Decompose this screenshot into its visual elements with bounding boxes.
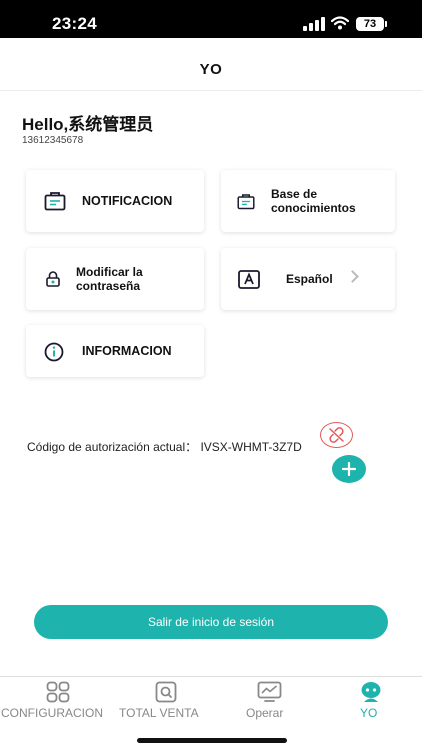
battery-icon: 73: [356, 17, 384, 31]
tab-label-operar: Operar: [246, 706, 284, 720]
search-icon: [155, 681, 177, 703]
notificacion-card[interactable]: NOTIFICACION: [26, 170, 204, 232]
language-icon: [238, 270, 260, 289]
tab-label-yo: YO: [360, 706, 378, 720]
tab-configuracion[interactable]: CONFIGURACION: [0, 677, 116, 725]
status-time: 23:24: [52, 14, 97, 33]
user-phone: 13612345678: [22, 135, 84, 146]
page-title: YO: [199, 61, 223, 78]
language-card[interactable]: Español: [221, 248, 395, 310]
user-icon: [361, 682, 381, 702]
password-label-line2: contraseña: [76, 279, 141, 293]
unlink-button[interactable]: [320, 422, 353, 448]
tab-label-configuracion: CONFIGURACION: [1, 706, 103, 720]
nav-header: YO: [0, 38, 422, 91]
signal-icon: [303, 17, 325, 31]
base-label-line1: Base de: [271, 187, 318, 201]
user-greeting: Hello,系统管理员: [22, 115, 154, 134]
plus-icon: [342, 462, 356, 476]
language-label: Español: [286, 272, 333, 286]
informacion-label: INFORMACION: [82, 344, 172, 358]
informacion-card[interactable]: INFORMACION: [26, 325, 204, 377]
briefcase-icon: [44, 192, 66, 211]
tab-yo[interactable]: YO: [340, 677, 400, 725]
wifi-icon: [331, 16, 349, 30]
status-bar: 23:24 73: [0, 0, 422, 38]
battery-tip: [385, 21, 387, 27]
base-label-line2: conocimientos: [271, 201, 356, 215]
briefcase-icon: [237, 194, 255, 210]
logout-button[interactable]: Salir de inicio de sesión: [34, 605, 388, 639]
chart-monitor-icon: [257, 681, 282, 702]
notificacion-label: NOTIFICACION: [82, 194, 173, 208]
home-indicator: [137, 738, 287, 743]
unlink-icon: [329, 427, 344, 443]
tab-total-venta[interactable]: TOTAL VENTA: [116, 677, 216, 725]
chevron-right-icon: [346, 270, 359, 283]
tab-operar[interactable]: Operar: [230, 677, 310, 725]
grid-icon: [46, 681, 70, 703]
tab-label-total-venta: TOTAL VENTA: [119, 706, 199, 720]
password-label-line1: Modificar la: [76, 265, 143, 279]
base-conocimientos-card[interactable]: Base de conocimientos: [221, 170, 395, 232]
auth-code-text: Código de autorización actual： IVSX-WHMT…: [27, 440, 302, 454]
modificar-contrasena-card[interactable]: Modificar la contraseña: [26, 248, 204, 310]
lock-icon: [46, 271, 60, 287]
info-icon: [44, 342, 64, 362]
add-button[interactable]: [332, 455, 366, 483]
